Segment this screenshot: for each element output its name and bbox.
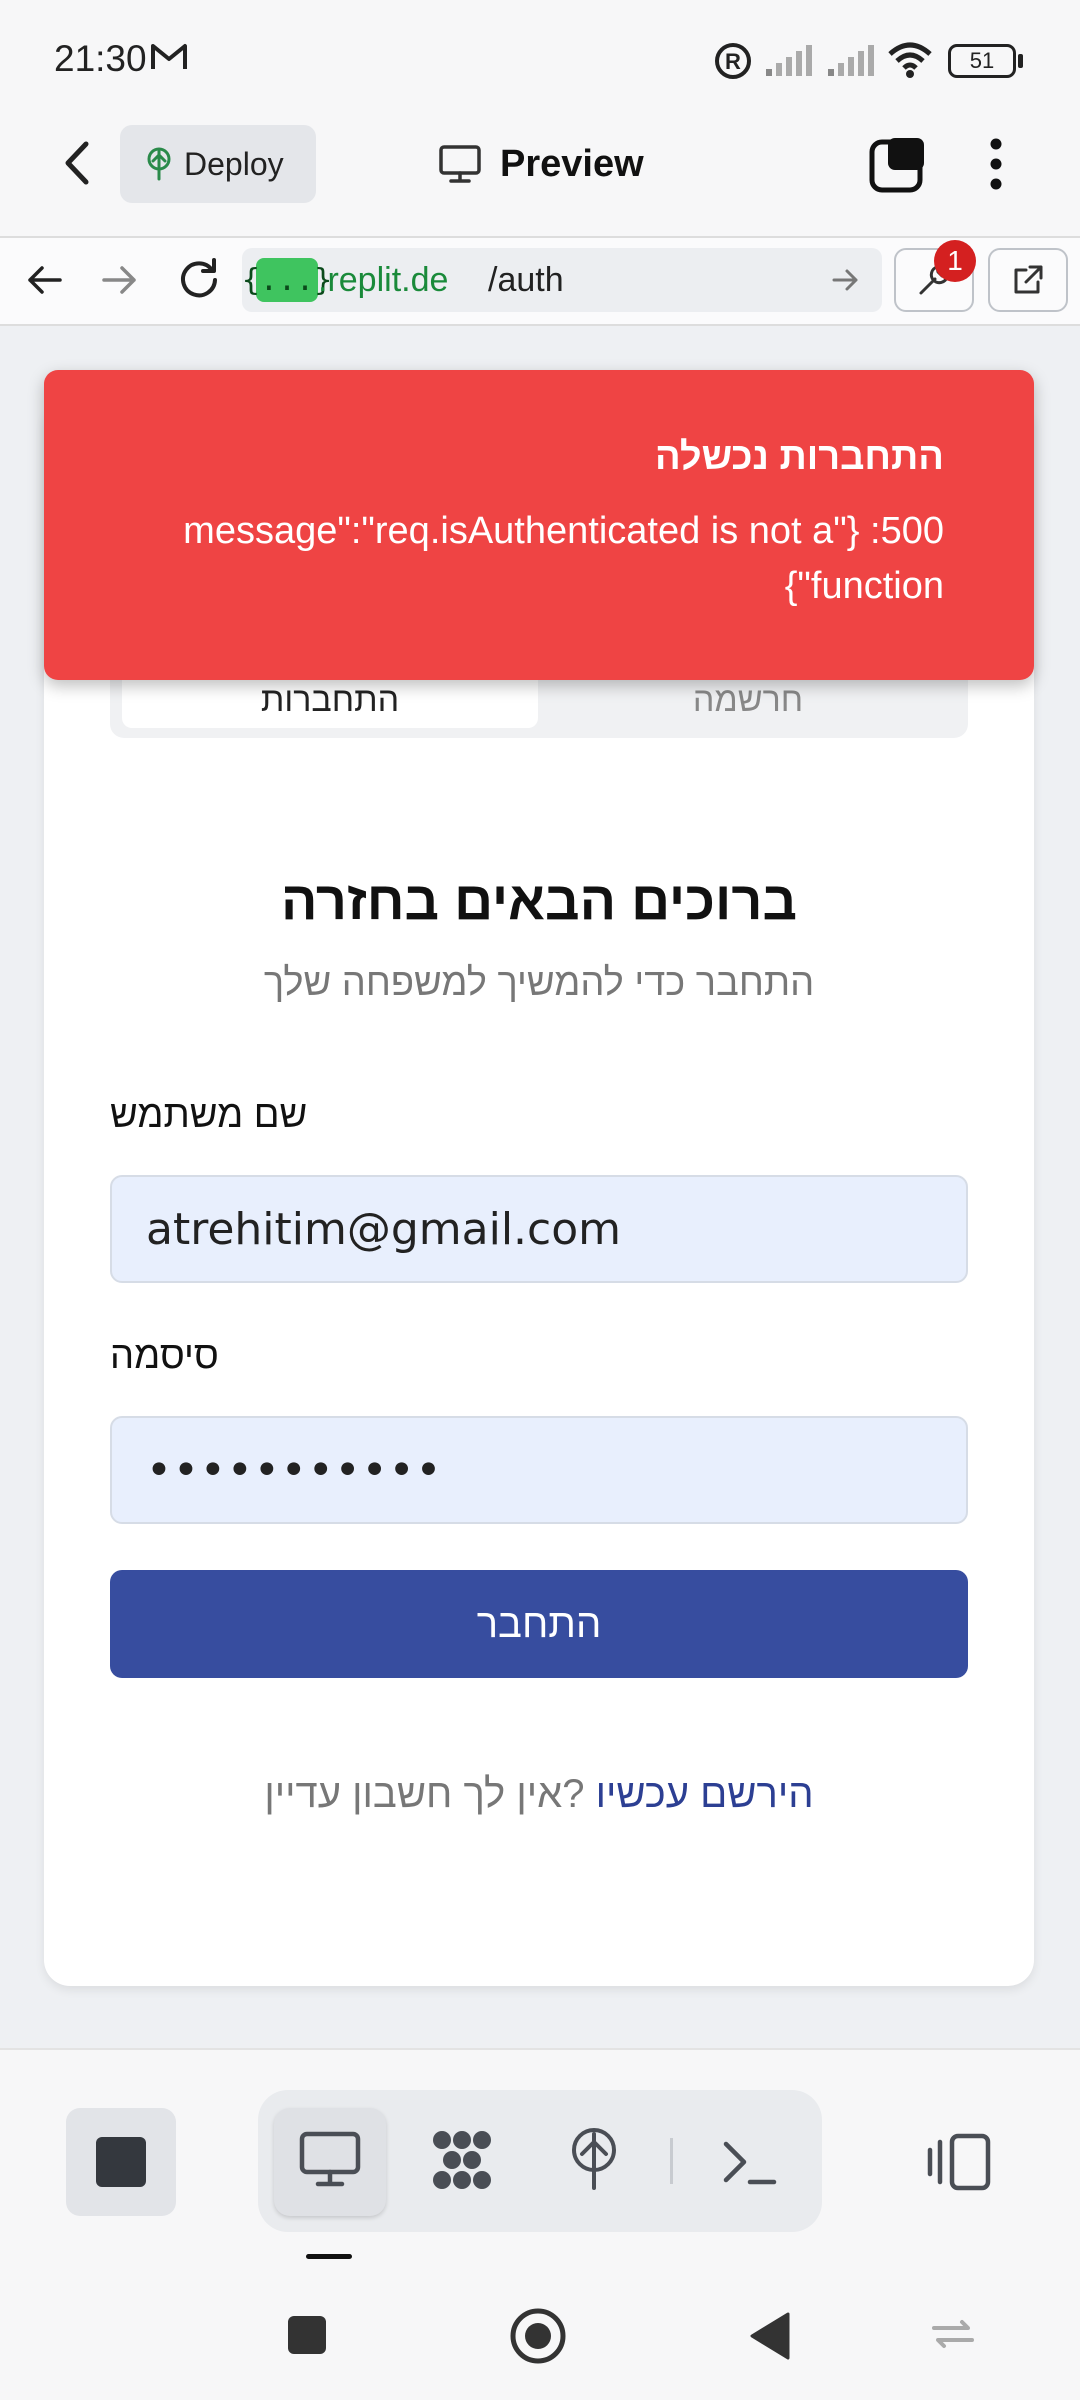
page-title: ברוכים הבאים בחזרה — [280, 871, 798, 931]
status-time: 21:30 — [54, 38, 147, 79]
tool-divider — [670, 2138, 673, 2184]
notification-badge: 1 — [934, 240, 976, 282]
signal-icon — [828, 45, 874, 76]
url-host-badge: {...} — [242, 258, 332, 302]
toast-title: התחברות נכשלה — [655, 436, 944, 478]
registered-icon: R — [715, 43, 751, 79]
recents-icon[interactable] — [288, 2316, 326, 2354]
username-label: שם משתמש — [110, 1094, 308, 1136]
battery-level: 51 — [969, 48, 995, 73]
deploy-label: Deploy — [184, 145, 284, 182]
toast-message-line-2: {"function — [784, 565, 944, 607]
stop-icon — [96, 2137, 146, 2187]
url-host: .replit.de — [318, 260, 449, 299]
page-subtitle: התחבר כדי להמשיך למשפחה שלך — [263, 962, 815, 1004]
browser-back-icon[interactable] — [22, 258, 66, 302]
panel-toggle-icon[interactable] — [924, 2132, 994, 2192]
username-field[interactable]: atrehitim@gmail.com — [110, 1175, 968, 1283]
preview-title: Preview — [438, 136, 644, 192]
external-link-icon — [1014, 265, 1043, 294]
active-tab-indicator — [306, 2254, 352, 2259]
deploy-button[interactable]: Deploy — [120, 125, 316, 203]
toast-message: message":"req.isAuthenticated is not a"}… — [90, 504, 944, 614]
battery-icon: 51 — [948, 44, 1016, 78]
back-nav-icon[interactable] — [748, 2310, 792, 2362]
signup-text: ?אין לך חשבון עדיין — [264, 1772, 585, 1816]
signup-link[interactable]: הירשם עכשיו — [596, 1772, 814, 1816]
open-external-button[interactable] — [988, 248, 1068, 312]
reload-icon[interactable] — [176, 256, 222, 302]
terminal-icon[interactable] — [720, 2136, 778, 2188]
go-arrow-icon[interactable] — [830, 264, 862, 296]
more-options-icon[interactable] — [986, 134, 1006, 194]
deploy-icon — [147, 147, 171, 181]
svg-text:R: R — [725, 49, 741, 74]
rotate-icon[interactable] — [928, 2314, 978, 2354]
monitor-icon — [299, 2131, 361, 2187]
deploy-tool-icon[interactable] — [566, 2126, 622, 2192]
password-field[interactable]: ••••••••••• — [110, 1416, 968, 1524]
preview-label: Preview — [500, 142, 644, 185]
signup-prompt: הירשם עכשיו ?אין לך חשבון עדיין — [110, 1772, 968, 1817]
url-path: /auth — [488, 260, 564, 299]
browser-forward-icon[interactable] — [98, 258, 142, 302]
stop-button[interactable] — [66, 2108, 176, 2216]
back-arrow-icon[interactable] — [58, 138, 98, 188]
password-label: סיסמה — [110, 1335, 219, 1377]
agent-icon[interactable] — [428, 2128, 496, 2192]
login-button[interactable]: התחבר — [110, 1570, 968, 1678]
tabs-switcher-icon[interactable] — [868, 134, 928, 194]
home-icon[interactable] — [508, 2306, 568, 2366]
toast-message-line-1: message":"req.isAuthenticated is not a"}… — [183, 510, 944, 552]
signal-icon — [766, 45, 812, 76]
monitor-icon — [439, 145, 481, 183]
battery-tip — [1018, 54, 1023, 68]
gmail-icon — [151, 44, 187, 69]
wifi-icon — [888, 42, 932, 78]
